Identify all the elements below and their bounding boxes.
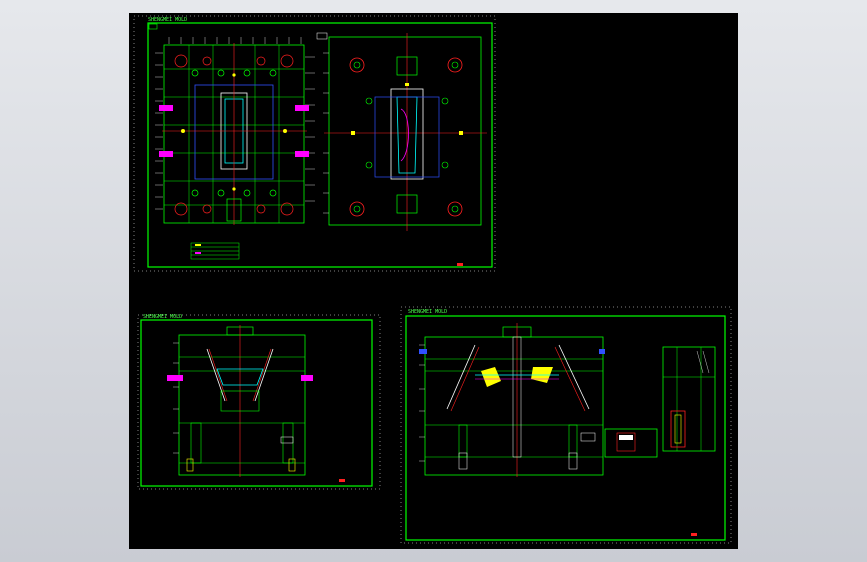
sheet-top-title: SHENGMEI MOLD [148, 17, 187, 23]
cad-viewport[interactable]: SHENGMEI MOLD SHENGMEI MOLD SHENGMEI MOL… [129, 13, 738, 549]
sheet-top-frame [147, 22, 493, 268]
bottom-left-section-view [167, 325, 313, 477]
sheet-top-revision-mark [457, 263, 463, 266]
bottom-right-detail-view [604, 428, 658, 458]
sheet-bottom-left-revision-mark [339, 479, 345, 482]
sheet-bottom-right-revision-mark [691, 533, 697, 536]
sheet-bottom-left-title: SHENGMEI MOLD [143, 314, 182, 320]
bottom-right-side-view [662, 346, 716, 452]
sheet-bottom-right[interactable]: SHENGMEI MOLD [400, 306, 732, 544]
sheet-top-corner-tag [148, 23, 158, 30]
sheet-bottom-left-frame [140, 319, 373, 487]
sheet-top[interactable]: SHENGMEI MOLD [133, 15, 496, 272]
sheet-top-paper [133, 15, 496, 272]
sheet-bottom-right-title: SHENGMEI MOLD [408, 309, 447, 315]
drawing-canvas: SHENGMEI MOLD SHENGMEI MOLD SHENGMEI MOL… [133, 15, 732, 544]
top-left-view [155, 37, 315, 260]
top-right-view [316, 32, 487, 231]
sheet-bottom-left[interactable]: SHENGMEI MOLD [137, 314, 381, 490]
bottom-right-section-view [419, 323, 605, 477]
